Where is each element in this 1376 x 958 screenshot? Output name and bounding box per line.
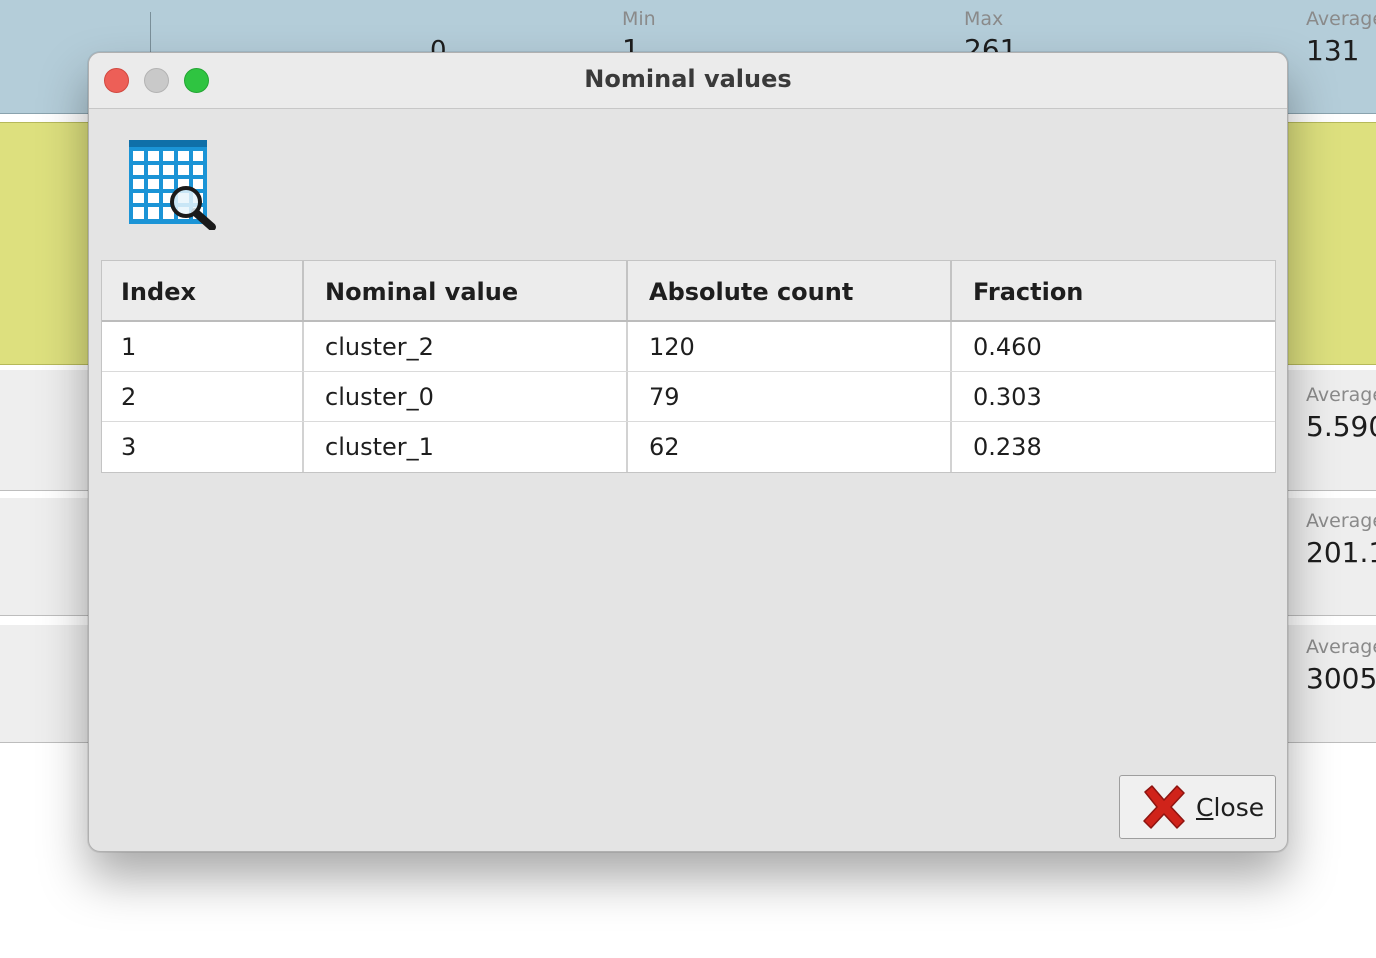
average-value: 5.590	[1306, 410, 1376, 443]
table-header-row: Index Nominal value Absolute count Fract…	[102, 261, 1275, 322]
table-search-icon	[129, 140, 216, 230]
dialog-title: Nominal values	[584, 65, 792, 93]
max-label: Max	[964, 8, 1004, 30]
average-label: Average	[1306, 636, 1376, 658]
cell-fraction: 0.238	[973, 433, 1042, 461]
table-row[interactable]: 2 cluster_0 79 0.303	[102, 372, 1275, 422]
average-value: 131	[1306, 34, 1360, 67]
cell-index: 1	[102, 322, 304, 371]
average-clip: Average 131	[1304, 6, 1376, 76]
average-clip: Average 5.590	[1304, 382, 1376, 454]
table-row[interactable]: 3 cluster_1 62 0.238	[102, 422, 1275, 472]
red-x-icon	[1143, 785, 1185, 829]
close-button-label: Close	[1196, 793, 1264, 822]
column-header-absolute-count[interactable]: Absolute count	[628, 261, 952, 320]
average-label: Average	[1306, 384, 1376, 406]
cell-nominal-value: cluster_2	[304, 322, 628, 371]
average-clip: Average 3005	[1304, 634, 1376, 706]
close-button[interactable]: Close	[1119, 775, 1276, 839]
dialog-titlebar[interactable]: Nominal values	[89, 53, 1287, 109]
average-label: Average	[1306, 8, 1376, 30]
cell-fraction: 0.303	[973, 382, 1042, 411]
cell-index: 3	[102, 422, 304, 472]
cell-fraction: 0.460	[973, 332, 1042, 361]
cell-absolute-count: 120	[628, 322, 952, 371]
nominal-values-table[interactable]: Index Nominal value Absolute count Fract…	[101, 260, 1276, 473]
column-divider	[150, 12, 151, 52]
average-value: 201.1	[1306, 536, 1376, 569]
cell-index: 2	[102, 372, 304, 421]
cell-absolute-count: 62	[628, 422, 952, 472]
cell-nominal-value: cluster_1	[304, 422, 628, 472]
average-clip: Average 201.1	[1304, 508, 1376, 580]
min-label: Min	[622, 8, 656, 30]
cell-absolute-count: 79	[628, 372, 952, 421]
cell-nominal-value: cluster_0	[304, 372, 628, 421]
average-label: Average	[1306, 510, 1376, 532]
nominal-values-dialog: Nominal values Index Nominal value Absol…	[88, 52, 1288, 852]
column-header-index[interactable]: Index	[102, 261, 304, 320]
table-row[interactable]: 1 cluster_2 120 0.460	[102, 322, 1275, 372]
close-button-label-rest: lose	[1213, 792, 1265, 822]
column-header-fraction[interactable]: Fraction	[952, 261, 1275, 320]
close-button-mnemonic: C	[1196, 792, 1214, 822]
column-header-nominal-value[interactable]: Nominal value	[304, 261, 628, 320]
average-value: 3005	[1306, 662, 1376, 695]
